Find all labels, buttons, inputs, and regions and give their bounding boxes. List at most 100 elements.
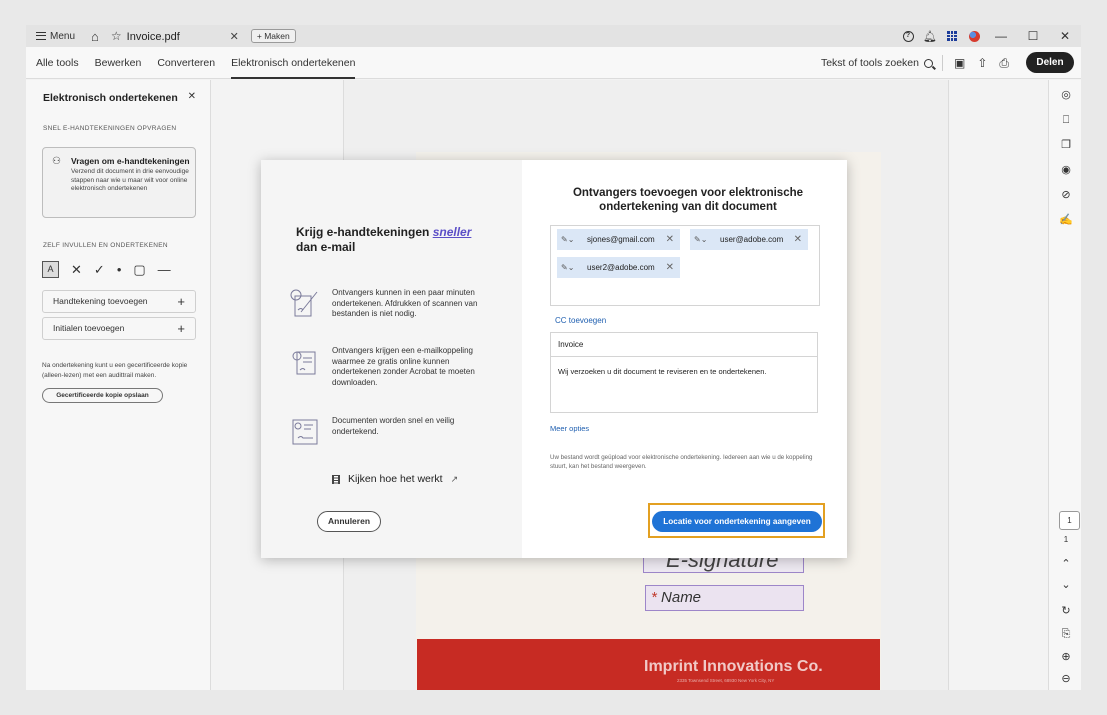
page-total: 1 xyxy=(1063,535,1069,544)
signer-role-icon[interactable]: ✎⌄ xyxy=(694,229,707,250)
headline-part2: dan e-mail xyxy=(296,240,356,254)
request-signatures-card[interactable]: ⚇ Vragen om e-handtekeningen Verzend dit… xyxy=(42,147,196,218)
rotate-icon[interactable]: ↻ xyxy=(1059,604,1073,618)
recipient-chip[interactable]: ✎⌄ sjones@gmail.com ✕ xyxy=(557,229,680,250)
tab-alle-tools[interactable]: Alle tools xyxy=(36,47,79,79)
remove-recipient-icon[interactable]: ✕ xyxy=(666,229,674,250)
panel-title: Elektronisch ondertekenen xyxy=(43,92,178,104)
request-card-title: Vragen om e-handtekeningen xyxy=(71,156,190,166)
apps-icon[interactable] xyxy=(944,28,960,44)
signer-role-icon[interactable]: ✎⌄ xyxy=(561,229,574,250)
fill-sign-tools: A ✕ ✓ • ▢ — xyxy=(42,261,171,278)
search-icon xyxy=(924,58,933,68)
new-tab-button[interactable]: + Maken xyxy=(250,29,296,43)
cancel-button[interactable]: Annuleren xyxy=(317,511,381,532)
add-signature-row[interactable]: Handtekening toevoegen + xyxy=(42,290,196,313)
cross-mark-icon[interactable]: ✕ xyxy=(71,262,82,278)
name-field[interactable]: * Name xyxy=(645,585,804,611)
signer-role-icon[interactable]: ✎⌄ xyxy=(561,257,574,278)
print-icon[interactable]: ⎙ xyxy=(999,56,1009,71)
secure-document-icon xyxy=(292,419,318,445)
feature-text: Ontvangers krijgen een e-mailkoppeling w… xyxy=(332,346,475,387)
tab-invoice[interactable]: ☆ Invoice.pdf ✕ xyxy=(111,29,239,43)
sign-pen-icon[interactable]: ✍ xyxy=(1059,213,1073,227)
footer-company: Imprint Innovations Co. xyxy=(644,658,823,675)
page-down-icon[interactable]: ⌄ xyxy=(1059,578,1073,592)
menu-button[interactable]: Menu xyxy=(36,31,75,42)
save-certified-copy-button[interactable]: Gecertificeerde kopie opslaan xyxy=(42,388,163,403)
dot-icon[interactable]: • xyxy=(117,262,122,277)
plus-icon: + xyxy=(177,294,185,309)
line-icon[interactable]: — xyxy=(158,262,171,277)
rectangle-icon[interactable]: ▢ xyxy=(133,262,145,278)
subject-field[interactable]: Invoice xyxy=(551,333,817,357)
hamburger-icon xyxy=(36,32,46,40)
add-cc-link[interactable]: CC toevoegen xyxy=(555,316,606,325)
main-toolbar: Alle tools Bewerken Converteren Elektron… xyxy=(26,47,1081,79)
section-request-heading: SNEL E-HANDTEKENINGEN OPVRAGEN xyxy=(43,125,177,132)
recipient-chip[interactable]: ✎⌄ user2@adobe.com ✕ xyxy=(557,257,680,278)
close-tab-icon[interactable]: ✕ xyxy=(230,30,239,43)
right-tool-rail: ◎ ⎕ ❐ ◉ ⊘ ✍ 1 1 ⌃ ⌄ ↻ ⎘ ⊕ ⊖ xyxy=(1048,80,1081,690)
menu-label: Menu xyxy=(50,30,76,42)
search-label: Tekst of tools zoeken xyxy=(820,57,919,69)
checkmark-icon[interactable]: ✓ xyxy=(94,262,105,278)
recipients-field[interactable]: ✎⌄ sjones@gmail.com ✕ ✎⌄ user@adobe.com … xyxy=(550,225,820,306)
tools-search[interactable]: Tekst of tools zoeken xyxy=(821,47,933,79)
avatar[interactable] xyxy=(966,28,982,44)
remove-recipient-icon[interactable]: ✕ xyxy=(794,229,802,250)
page-number-input[interactable]: 1 xyxy=(1059,511,1080,530)
recipient-email: user@adobe.com xyxy=(720,235,784,244)
footer-address: 2335 Townsend Street, 68930 New York Cit… xyxy=(677,678,775,683)
zoom-in-icon[interactable]: ⊕ xyxy=(1059,650,1073,664)
tab-converteren[interactable]: Converteren xyxy=(157,47,215,79)
headline-accent: sneller xyxy=(432,225,472,239)
pages-icon[interactable]: ❐ xyxy=(1059,138,1073,152)
toolbar-divider xyxy=(942,55,943,71)
close-window-button[interactable]: ✕ xyxy=(1049,29,1081,43)
page-settings-icon[interactable]: ⎘ xyxy=(1059,627,1073,641)
minimize-button[interactable]: — xyxy=(985,29,1017,43)
recipient-email: user2@adobe.com xyxy=(587,263,655,272)
more-options-link[interactable]: Meer opties xyxy=(550,424,589,433)
layers-icon[interactable]: ◉ xyxy=(1059,163,1073,177)
tab-elektronisch-ondertekenen[interactable]: Elektronisch ondertekenen xyxy=(231,47,356,79)
text-tool-icon[interactable]: A xyxy=(42,261,59,278)
recipient-chip[interactable]: ✎⌄ user@adobe.com ✕ xyxy=(690,229,808,250)
feature-text: Ontvangers kunnen in een paar minuten on… xyxy=(332,288,478,318)
tab-bewerken[interactable]: Bewerken xyxy=(95,47,142,79)
upload-cloud-icon[interactable]: ⇧ xyxy=(977,56,987,70)
message-box: Invoice Wij verzoeken u dit document te … xyxy=(550,332,818,413)
home-icon[interactable]: ⌂ xyxy=(91,29,99,44)
feature-text: Documenten worden snel en veilig onderte… xyxy=(332,416,455,436)
help-icon[interactable]: ? xyxy=(900,28,916,44)
close-panel-icon[interactable]: ✕ xyxy=(188,91,196,102)
plus-icon: + xyxy=(177,321,185,336)
headline-part1: Krijg e-handtekeningen xyxy=(296,225,433,239)
title-bar: Menu ⌂ ☆ Invoice.pdf ✕ + Maken ? 🔔︎ — ☐ ✕ xyxy=(26,25,1081,47)
attachment-icon[interactable]: ⊘ xyxy=(1059,188,1073,202)
recipient-email: sjones@gmail.com xyxy=(587,235,655,244)
people-icon: ⚇ xyxy=(52,156,61,167)
dialog-title: Ontvangers toevoegen voor elektronische … xyxy=(572,187,804,213)
request-card-desc: Verzend dit document in drie eenvoudige … xyxy=(71,168,189,192)
zoom-out-icon[interactable]: ⊖ xyxy=(1059,672,1073,686)
watch-how-link[interactable]: Kijken hoe het werkt ↗ xyxy=(332,473,458,485)
save-icon[interactable]: ▣ xyxy=(954,56,965,70)
document-footer: Imprint Innovations Co. 2335 Townsend St… xyxy=(417,639,880,690)
remove-recipient-icon[interactable]: ✕ xyxy=(666,257,674,278)
maximize-button[interactable]: ☐ xyxy=(1017,29,1049,43)
add-initials-row[interactable]: Initialen toevoegen + xyxy=(42,317,196,340)
specify-signing-location-button[interactable]: Locatie voor ondertekening aangeven xyxy=(652,511,822,532)
share-button[interactable]: Delen xyxy=(1026,52,1074,73)
comment-icon[interactable]: ◎ xyxy=(1059,88,1073,102)
message-field[interactable]: Wij verzoeken u dit document te revisere… xyxy=(558,367,766,376)
page-up-icon[interactable]: ⌃ xyxy=(1059,557,1073,571)
notifications-icon[interactable]: 🔔︎ xyxy=(922,28,938,44)
add-initials-label: Initialen toevoegen xyxy=(53,323,125,333)
bookmark-icon[interactable]: ⎕ xyxy=(1059,113,1073,127)
request-signatures-dialog: Krijg e-handtekeningen sneller dan e-mai… xyxy=(261,160,847,558)
star-icon[interactable]: ☆ xyxy=(111,29,122,43)
name-placeholder: Name xyxy=(661,589,702,606)
watch-label: Kijken hoe het werkt xyxy=(348,473,443,485)
